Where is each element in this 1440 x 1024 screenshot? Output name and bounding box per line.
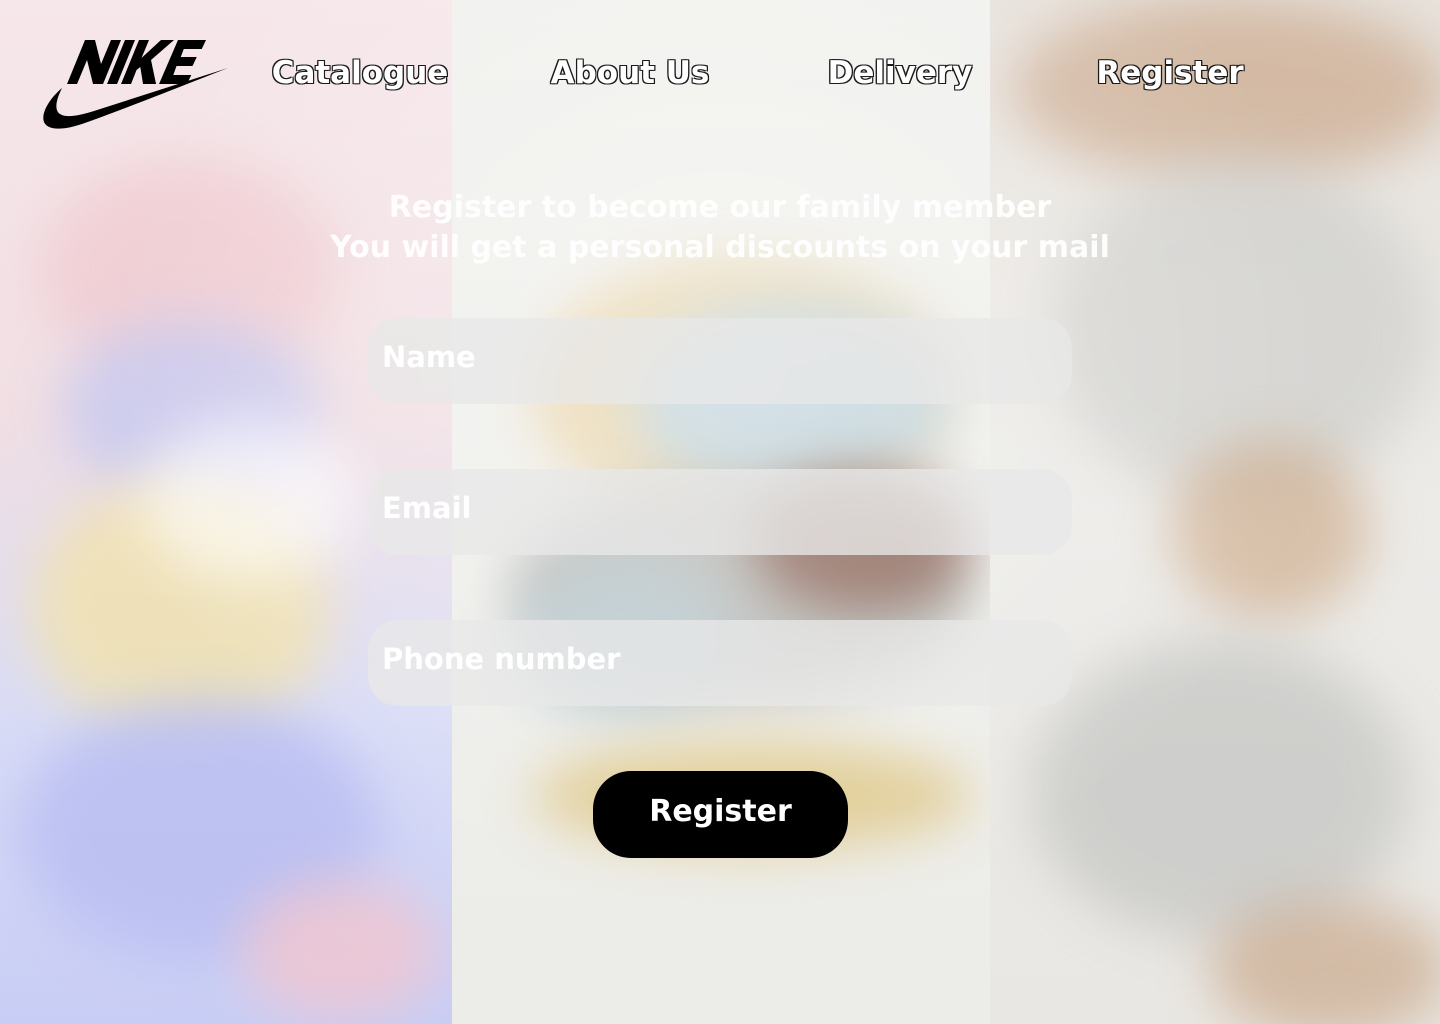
name-field-container — [368, 318, 1072, 404]
nav-register[interactable]: Register — [1096, 50, 1243, 96]
register-page: Catalogue About Us Delivery Register Reg… — [0, 0, 1440, 1024]
register-button[interactable]: Register — [593, 771, 848, 858]
phone-field-container — [368, 620, 1072, 706]
heading-line-1: Register to become our family member — [388, 190, 1052, 225]
nav-delivery[interactable]: Delivery — [828, 50, 973, 96]
phone-input[interactable] — [368, 620, 1072, 706]
email-input[interactable] — [368, 469, 1072, 555]
email-field-container — [368, 469, 1072, 555]
nav-about-us[interactable]: About Us — [551, 50, 710, 96]
main-nav: Catalogue About Us Delivery Register — [0, 50, 1440, 96]
nav-catalogue[interactable]: Catalogue — [272, 50, 449, 96]
register-heading: Register to become our family member You… — [0, 188, 1440, 268]
heading-line-2: You will get a personal discounts on you… — [330, 230, 1110, 265]
name-input[interactable] — [368, 318, 1072, 404]
